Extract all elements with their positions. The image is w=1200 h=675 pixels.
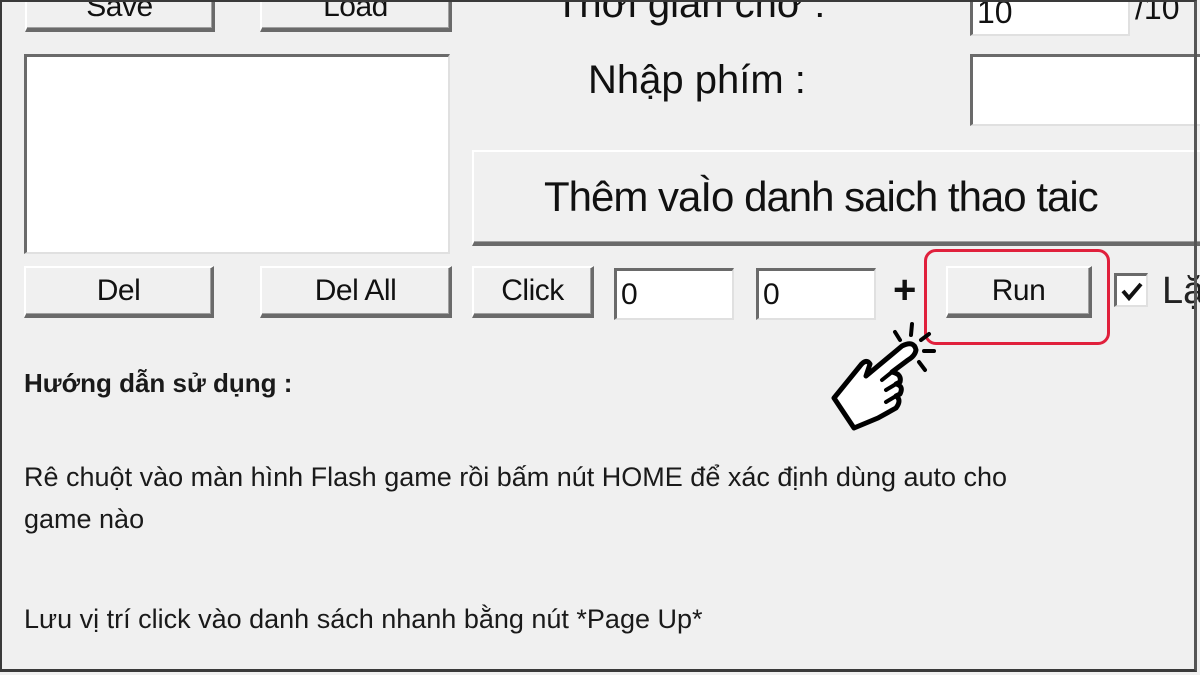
key-input-label: Nhập phím :	[588, 58, 806, 102]
instructions-heading: Hướng dẫn sử dụng :	[24, 368, 293, 398]
repeat-checkbox[interactable]	[1114, 273, 1148, 307]
wait-time-label: Thời gian chờ :	[555, 0, 826, 26]
instruction-line-1-cont: game nào	[24, 504, 145, 534]
save-button[interactable]: Save	[25, 0, 215, 32]
repeat-checkbox-label: Lặ	[1162, 270, 1200, 312]
wait-time-max: /10	[1135, 0, 1180, 26]
load-button[interactable]: Load	[260, 0, 452, 32]
click-button[interactable]: Click	[472, 266, 594, 318]
delete-all-button[interactable]: Del All	[260, 266, 452, 318]
y-coordinate-input[interactable]: 0	[756, 268, 876, 320]
add-to-list-button[interactable]: Thêm vaÌo danh saich thao taic	[472, 150, 1200, 246]
checkmark-icon	[1121, 282, 1143, 302]
delete-button[interactable]: Del	[24, 266, 214, 318]
pointing-hand-icon	[831, 322, 936, 431]
x-coordinate-input[interactable]: 0	[614, 268, 734, 320]
action-list[interactable]	[24, 54, 450, 254]
instruction-line-2: Lưu vị trí click vào danh sách nhanh bằn…	[24, 604, 703, 634]
plus-icon: +	[893, 268, 917, 312]
wait-time-input[interactable]: 10	[970, 0, 1130, 36]
instruction-line-1: Rê chuột vào màn hình Flash game rồi bấm…	[24, 462, 1008, 492]
key-input-field[interactable]	[970, 54, 1200, 126]
